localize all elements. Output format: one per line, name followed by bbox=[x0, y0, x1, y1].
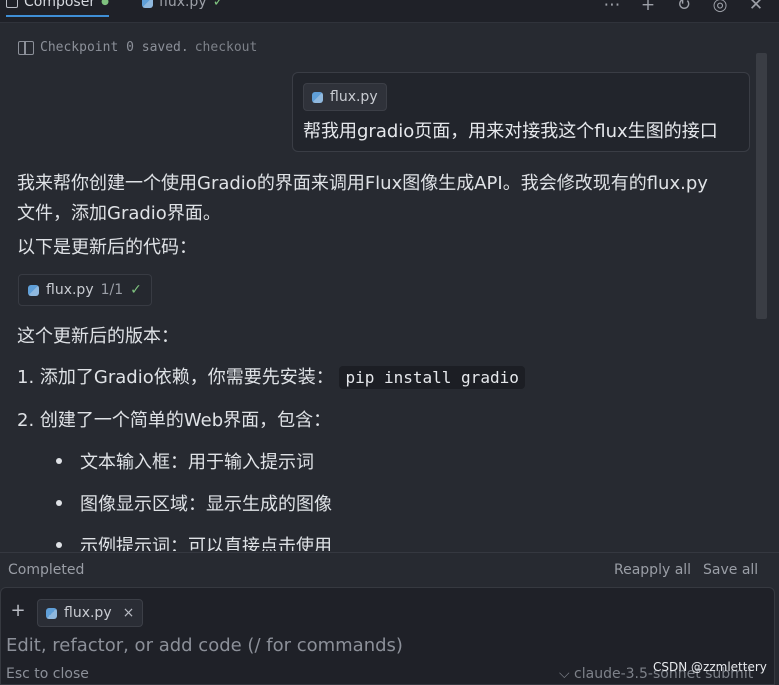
assistant-intro-line1: 我来帮你创建一个使用Gradio的界面来调用Flux图像生成API。我会修改现有… bbox=[17, 173, 708, 194]
install-command-code: pip install gradio bbox=[339, 366, 525, 389]
tab-composer[interactable]: Composer ● bbox=[6, 0, 109, 17]
code-change-count: 1/1 bbox=[100, 282, 124, 298]
python-file-icon bbox=[46, 607, 57, 619]
reapply-all-button[interactable]: Reapply all bbox=[614, 562, 691, 578]
status-bar: Completed Reapply all Save all bbox=[0, 552, 779, 587]
checkpoint-book-icon bbox=[18, 40, 34, 55]
check-icon: ✓ bbox=[130, 282, 142, 298]
add-context-button[interactable]: + bbox=[8, 600, 28, 621]
step-2-text: 2. 创建了一个简单的Web界面，包含： bbox=[17, 410, 332, 431]
header-actions: ⋯ + ↻ ◎ ✕ bbox=[603, 0, 765, 15]
composer-icon bbox=[6, 0, 18, 8]
user-file-name: flux.py bbox=[330, 89, 378, 105]
tab-flux-py-label: flux.py bbox=[159, 0, 207, 10]
chat-scrollbar[interactable] bbox=[756, 53, 767, 319]
more-icon[interactable]: ⋯ bbox=[603, 0, 621, 15]
assistant-code-intro: 以下是更新后的代码： bbox=[17, 237, 197, 258]
plus-icon[interactable]: + bbox=[639, 0, 657, 15]
esc-hint: Esc to close bbox=[6, 666, 89, 682]
python-file-icon bbox=[28, 284, 39, 296]
checkpoint-notice: Checkpoint 0 saved. checkout bbox=[18, 40, 257, 55]
version-title: 这个更新后的版本： bbox=[17, 326, 179, 347]
step-1: 1. 添加了Gradio依赖，你需要先安装： pip install gradi… bbox=[17, 363, 525, 389]
check-icon: ✓ bbox=[212, 0, 225, 10]
code-file-name: flux.py bbox=[46, 282, 94, 298]
user-message-text: 帮我用gradio页面，用来对接我这个flux生图的接口 bbox=[303, 121, 718, 142]
settings-icon[interactable]: ◎ bbox=[711, 0, 729, 15]
tab-flux-py[interactable]: flux.py ✓ bbox=[142, 0, 224, 10]
watermark: CSDN @zzmlettery bbox=[653, 660, 767, 674]
completion-status: Completed bbox=[8, 562, 85, 578]
user-message: flux.py 帮我用gradio页面，用来对接我这个flux生图的接口 bbox=[292, 72, 750, 152]
bullet-icon bbox=[56, 500, 62, 506]
history-icon[interactable]: ↻ bbox=[675, 0, 693, 15]
save-all-button[interactable]: Save all bbox=[703, 562, 758, 578]
code-block-chip[interactable]: flux.py 1/1 ✓ bbox=[18, 274, 152, 306]
checkpoint-text: Checkpoint 0 saved. bbox=[40, 40, 189, 55]
remove-file-icon[interactable]: × bbox=[123, 605, 135, 621]
step-1-text: 1. 添加了Gradio依赖，你需要先安装： bbox=[17, 367, 334, 388]
bullet-item: 图像显示区域：显示生成的图像 bbox=[80, 494, 332, 515]
bullet-item: 文本输入框：用于输入提示词 bbox=[80, 452, 314, 473]
tab-bar: Composer ● flux.py ✓ ⋯ + ↻ ◎ ✕ bbox=[0, 0, 779, 23]
composer-input[interactable] bbox=[6, 632, 746, 658]
bullet-item: 示例提示词：可以直接点击使用 bbox=[80, 536, 332, 551]
python-file-icon bbox=[142, 0, 153, 8]
checkout-link[interactable]: checkout bbox=[195, 40, 258, 55]
chat-panel: Checkpoint 0 saved. checkout flux.py 帮我用… bbox=[0, 23, 779, 551]
python-file-icon bbox=[312, 91, 323, 103]
tab-composer-label: Composer bbox=[24, 0, 96, 10]
unsaved-dot-icon: ● bbox=[101, 0, 109, 7]
close-icon[interactable]: ✕ bbox=[747, 0, 765, 15]
user-file-chip[interactable]: flux.py bbox=[303, 83, 387, 111]
assistant-intro-line2: 文件，添加Gradio界面。 bbox=[17, 203, 221, 224]
context-file-name: flux.py bbox=[64, 605, 112, 621]
bullet-icon bbox=[56, 458, 62, 464]
bullet-icon bbox=[56, 542, 62, 548]
context-file-chip[interactable]: flux.py × bbox=[37, 599, 144, 627]
